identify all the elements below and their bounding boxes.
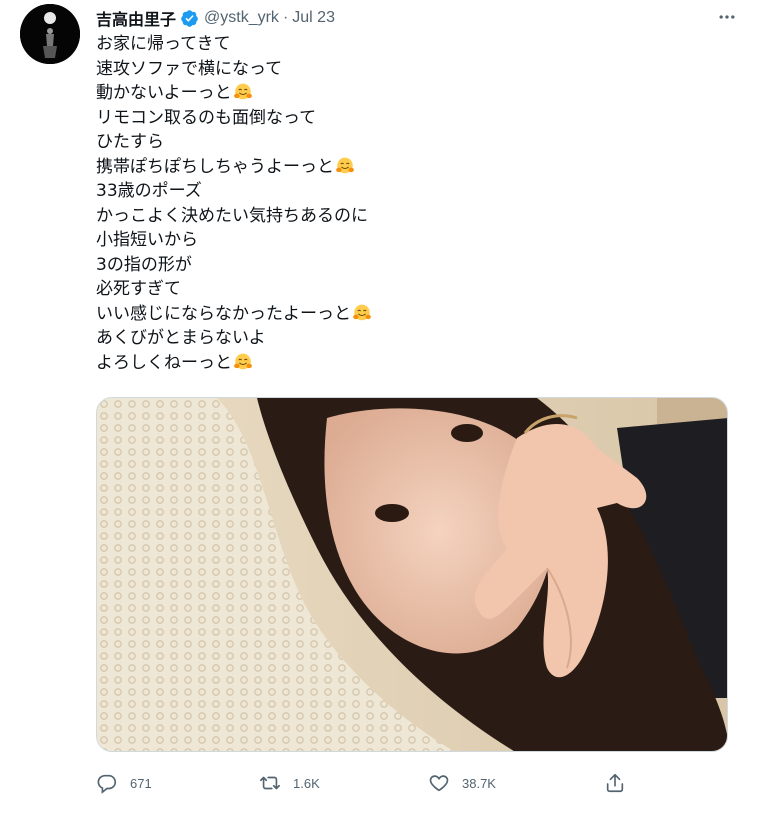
heart-icon	[429, 775, 449, 792]
tweet-text-line: 必死すぎて	[96, 277, 716, 302]
tweet-text-line-content: ひたすら	[96, 132, 164, 152]
tweet-text-line: よろしくねーっと	[96, 351, 716, 376]
tweet-text-line-content: 33歳のポーズ	[96, 181, 202, 201]
hugging-face-emoji	[233, 82, 253, 102]
tweet-header: 吉高由里子 @ystk_yrk · Jul 23	[96, 6, 335, 30]
tweet-text: お家に帰ってきて速攻ソファで横になって 動かないよーっとリモコン取るのも面倒なって…	[96, 32, 716, 375]
hugging-face-emoji	[233, 352, 253, 372]
user-handle[interactable]: @ystk_yrk	[204, 9, 279, 27]
tweet-text-line-content: かっこよく決めたい気持ちあるのに	[96, 205, 368, 226]
reply-button[interactable]: 671	[96, 768, 152, 798]
tweet-text-line: リモコン取るのも面倒なって	[96, 106, 716, 131]
tweet-text-line: 速攻ソファで横になって	[96, 57, 716, 82]
hugging-face-emoji	[352, 303, 372, 323]
tweet-text-line-content: 小指短いから	[96, 230, 198, 250]
retweet-count: 1.6K	[293, 775, 320, 791]
tweet-text-line-content: リモコン取るのも面倒なって	[96, 107, 317, 128]
tweet-actions: 671 1.6K 38.7K	[96, 768, 716, 798]
tweet-text-line: 携帯ぽちぽちしちゃうよーっと	[96, 155, 716, 180]
tweet-text-line-content: 動かないよーっと	[96, 83, 232, 103]
retweet-icon	[260, 776, 280, 790]
tweet-text-line: 3の指の形が	[96, 253, 716, 278]
tweet-text-line: ひたすら	[96, 130, 716, 155]
reply-icon	[97, 774, 117, 794]
tweet-text-line-content: 速攻ソファで横になって	[96, 58, 283, 79]
tweet-text-line-content: 携帯ぽちぽちしちゃうよーっと	[96, 156, 334, 177]
like-count: 38.7K	[462, 775, 496, 791]
share-button[interactable]	[604, 768, 626, 798]
tweet-text-line: あくびがとまらないよ	[96, 326, 716, 351]
tweet-text-line-content: あくびがとまらないよ	[96, 328, 266, 348]
reply-count: 671	[130, 775, 152, 791]
tweet-text-line: 動かないよーっと	[96, 81, 716, 106]
tweet[interactable]: 吉高由里子 @ystk_yrk · Jul 23 お家に帰ってきて速攻ソファで横…	[0, 0, 761, 813]
tweet-text-line: いい感じにならなかったよーっと	[96, 302, 716, 327]
display-name[interactable]: 吉高由里子	[96, 6, 176, 30]
share-icon	[606, 773, 624, 793]
hugging-face-emoji	[335, 156, 355, 176]
verified-badge-icon	[180, 9, 199, 28]
tweet-photo[interactable]	[96, 397, 728, 752]
tweet-text-line-content: お家に帰ってきて	[96, 34, 231, 54]
tweet-text-line-content: 3の指の形が	[96, 254, 192, 275]
like-button[interactable]: 38.7K	[428, 768, 496, 798]
separator-dot: ·	[282, 9, 289, 26]
tweet-text-line: かっこよく決めたい気持ちあるのに	[96, 204, 716, 229]
tweet-date[interactable]: Jul 23	[292, 9, 335, 27]
tweet-text-line: お家に帰ってきて	[96, 32, 716, 57]
tweet-text-line-content: よろしくねーっと	[96, 352, 232, 373]
avatar[interactable]	[20, 4, 80, 64]
tweet-text-line-content: いい感じにならなかったよーっと	[96, 303, 351, 324]
tweet-text-line-content: 必死すぎて	[96, 279, 181, 299]
more-dots-icon[interactable]	[715, 5, 739, 29]
retweet-button[interactable]: 1.6K	[259, 768, 320, 798]
tweet-text-line: 小指短いから	[96, 228, 716, 253]
tweet-text-line: 33歳のポーズ	[96, 179, 716, 204]
